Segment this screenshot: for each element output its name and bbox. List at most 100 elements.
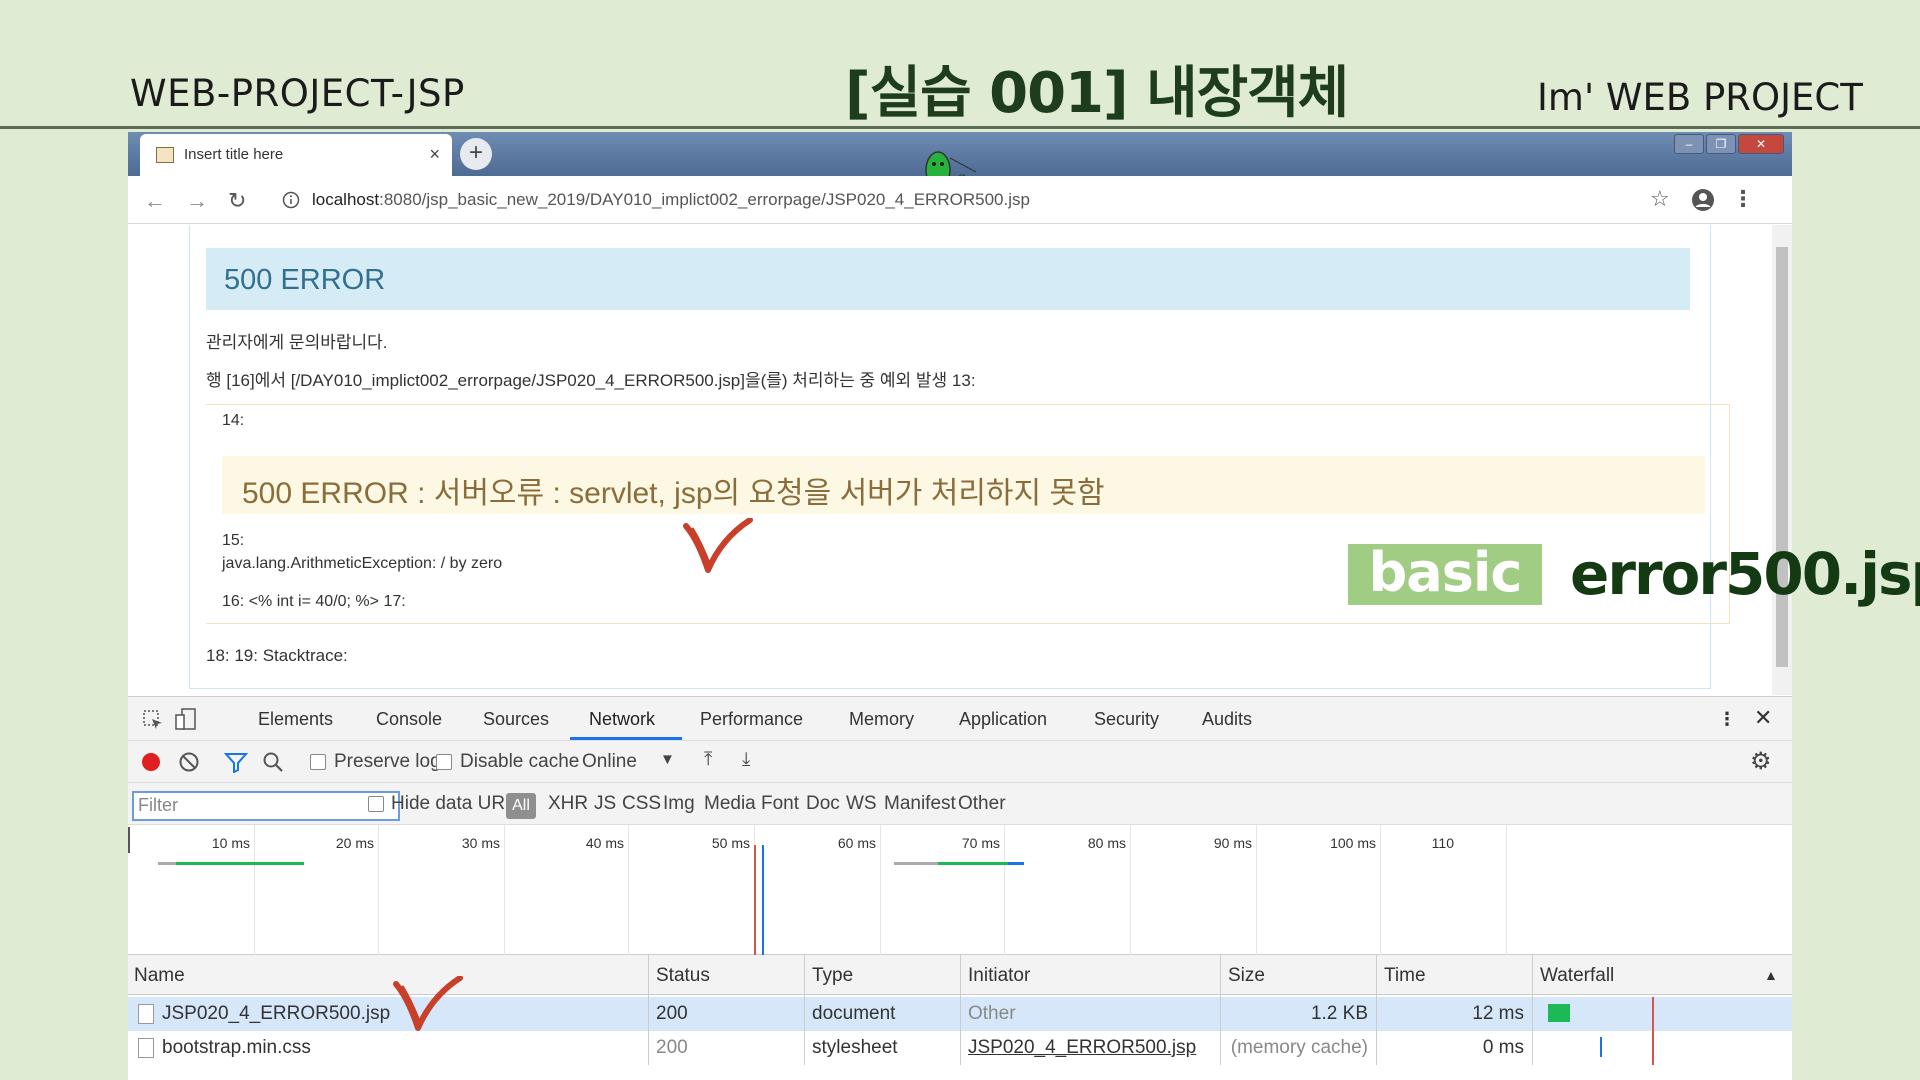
- devtools-menu-icon[interactable]: ⋮: [1718, 709, 1736, 730]
- dom-content-loaded-marker: [762, 845, 764, 955]
- tab-console[interactable]: Console: [376, 709, 442, 730]
- column-divider: [1532, 955, 1533, 1065]
- column-divider: [960, 955, 961, 1065]
- url-path: :8080/jsp_basic_new_2019/DAY010_implict0…: [379, 190, 1030, 209]
- hide-data-urls-checkbox[interactable]: [368, 796, 384, 812]
- slide-title: [실습 001] 내장객체: [845, 61, 1349, 126]
- filter-icon[interactable]: [224, 751, 248, 773]
- timeline-label: 110: [1431, 835, 1454, 851]
- cell-size: 1.2 KB: [1310, 1003, 1368, 1024]
- waterfall-load-line: [1652, 997, 1654, 1031]
- filter-type-css[interactable]: CSS: [622, 793, 661, 815]
- load-event-marker: [754, 845, 756, 955]
- devtools-panel: Elements Console Sources Network Perform…: [128, 696, 1792, 1080]
- tab-elements[interactable]: Elements: [258, 709, 333, 730]
- record-icon[interactable]: [140, 751, 162, 773]
- col-size[interactable]: Size: [1228, 965, 1265, 987]
- forward-icon[interactable]: →: [186, 188, 208, 214]
- browser-tab[interactable]: Insert title here ×: [140, 134, 452, 176]
- slide-divider: [0, 126, 1920, 129]
- filter-input[interactable]: Filter: [132, 791, 400, 821]
- disable-cache-checkbox[interactable]: [436, 754, 452, 770]
- tab-audits[interactable]: Audits: [1202, 709, 1252, 730]
- filter-type-xhr[interactable]: XHR: [548, 793, 588, 815]
- timeline-overview[interactable]: 10 ms 20 ms 30 ms 40 ms 50 ms 60 ms 70 m…: [128, 825, 1792, 955]
- col-waterfall[interactable]: Waterfall: [1540, 965, 1614, 987]
- tab-performance[interactable]: Performance: [700, 709, 803, 730]
- col-time[interactable]: Time: [1384, 965, 1426, 987]
- preserve-log-checkbox[interactable]: [310, 754, 326, 770]
- back-icon[interactable]: ←: [144, 188, 166, 214]
- column-divider: [1376, 955, 1377, 1065]
- cell-initiator-link[interactable]: JSP020_4_ERROR500.jsp: [968, 1037, 1196, 1059]
- minimize-icon[interactable]: –: [1674, 134, 1704, 154]
- column-divider: [804, 955, 805, 1065]
- filter-type-img[interactable]: Img: [663, 793, 695, 815]
- address-bar: ← → ↻ localhost:8080/jsp_basic_new_2019/…: [128, 176, 1792, 224]
- col-initiator[interactable]: Initiator: [968, 965, 1030, 987]
- timeline-label: 20 ms: [335, 835, 374, 851]
- chevron-down-icon[interactable]: ▼: [660, 751, 675, 768]
- bookmark-star-icon[interactable]: ☆: [1650, 186, 1670, 212]
- cell-status: 200: [656, 1003, 688, 1024]
- tab-sources[interactable]: Sources: [483, 709, 549, 730]
- tab-network[interactable]: Network: [589, 709, 655, 730]
- search-icon[interactable]: [262, 751, 284, 773]
- filter-type-manifest[interactable]: Manifest: [884, 793, 956, 815]
- device-toolbar-icon[interactable]: [174, 707, 198, 731]
- timeline-label: 10 ms: [211, 835, 250, 851]
- file-icon: [138, 1038, 154, 1058]
- waterfall-bar: [1600, 1037, 1602, 1057]
- error-line-info: 행 [16]에서 [/DAY010_implict002_errorpage/J…: [206, 371, 976, 390]
- exception-text: java.lang.ArithmeticException: / by zero: [222, 555, 503, 572]
- devtools-tab-bar: Elements Console Sources Network Perform…: [128, 697, 1792, 741]
- favicon-icon: [156, 147, 174, 163]
- browser-menu-icon[interactable]: ⋮: [1732, 186, 1754, 212]
- sort-up-icon[interactable]: ▲: [1764, 967, 1778, 983]
- code-line-15: 15:: [222, 532, 245, 549]
- tab-close-icon[interactable]: ×: [429, 144, 440, 165]
- filter-type-ws[interactable]: WS: [846, 793, 877, 815]
- new-tab-button[interactable]: +: [460, 138, 492, 170]
- settings-gear-icon[interactable]: ⚙: [1750, 747, 1772, 776]
- grid-line: [378, 825, 379, 955]
- clear-icon[interactable]: [178, 751, 200, 773]
- filter-bar: Filter Hide data URLs All XHR JS CSS Img…: [128, 783, 1792, 825]
- throttle-select[interactable]: Online: [582, 751, 637, 773]
- waterfall-load-line: [1652, 1031, 1654, 1065]
- restore-icon[interactable]: ❐: [1706, 134, 1736, 154]
- cell-type: stylesheet: [812, 1037, 898, 1058]
- error-heading: 500 ERROR: [206, 248, 1690, 310]
- tab-application[interactable]: Application: [959, 709, 1047, 730]
- import-har-icon[interactable]: ⤒: [704, 749, 712, 771]
- cell-status: 200: [656, 1037, 688, 1058]
- grid-line: [1130, 825, 1131, 955]
- inspect-element-icon[interactable]: [142, 709, 164, 731]
- filter-type-all[interactable]: All: [506, 793, 536, 819]
- reload-icon[interactable]: ↻: [228, 188, 246, 214]
- timeline-label: 100 ms: [1330, 835, 1376, 851]
- devtools-close-icon[interactable]: ✕: [1754, 705, 1772, 731]
- page-scrollbar[interactable]: [1772, 225, 1792, 695]
- info-icon[interactable]: [282, 191, 300, 209]
- browser-window: Insert title here × + – ❐ ✕ ← → ↻ localh…: [128, 132, 1792, 1080]
- filter-type-other[interactable]: Other: [958, 793, 1006, 815]
- col-name[interactable]: Name: [134, 965, 185, 987]
- tab-memory[interactable]: Memory: [849, 709, 914, 730]
- hide-data-urls-label: Hide data URLs: [391, 793, 526, 814]
- file-icon: [138, 1004, 154, 1024]
- close-window-icon[interactable]: ✕: [1738, 134, 1784, 154]
- filter-type-doc[interactable]: Doc: [806, 793, 840, 815]
- cell-initiator: Other: [968, 1003, 1016, 1024]
- grid-line: [1506, 825, 1507, 955]
- tab-security[interactable]: Security: [1094, 709, 1159, 730]
- filter-type-font[interactable]: Font: [761, 793, 799, 815]
- col-status[interactable]: Status: [656, 965, 710, 987]
- profile-icon[interactable]: [1691, 188, 1715, 212]
- cell-time: 12 ms: [1472, 1003, 1524, 1024]
- export-har-icon[interactable]: ⤓: [742, 749, 750, 771]
- filter-type-js[interactable]: JS: [594, 793, 616, 815]
- filter-type-media[interactable]: Media: [704, 793, 756, 815]
- url-input[interactable]: localhost:8080/jsp_basic_new_2019/DAY010…: [312, 190, 1030, 210]
- col-type[interactable]: Type: [812, 965, 853, 987]
